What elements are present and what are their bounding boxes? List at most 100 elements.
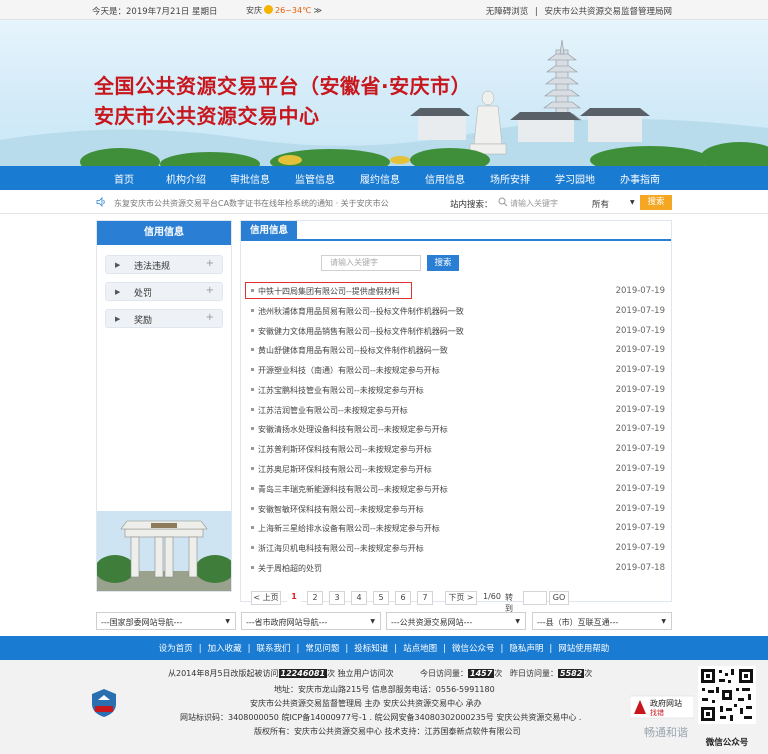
sidebar-item-label: 奖励: [134, 316, 153, 326]
goto-button[interactable]: GO: [549, 591, 569, 605]
archway-photo: [97, 511, 231, 591]
footer-link-wechat[interactable]: 微信公众号: [452, 644, 495, 654]
list-item-date: 2019-07-19: [615, 424, 665, 434]
link-selectors: ---国家部委网站导航--- ▼ ---省市政府网站导航--- ▼ ---公共资源交…: [96, 612, 672, 630]
list-item[interactable]: 上海新三星给排水设备有限公司--未按规定参与开标 2019-07-19: [247, 521, 671, 535]
footer-link-faq[interactable]: 常见问题: [305, 644, 339, 654]
footer-link-bidding[interactable]: 投标知道: [354, 644, 388, 654]
arrow-right-icon: ▶: [115, 288, 121, 296]
list-item-title[interactable]: 中铁十四局集团有限公司--提供虚假材料: [258, 286, 400, 297]
weather-more-link[interactable]: ≫: [314, 6, 322, 15]
list-item-title[interactable]: 江苏普利斯环保科技有限公司--未按规定参与开标: [258, 444, 432, 455]
accessibility-link[interactable]: 无障碍浏览: [486, 7, 529, 17]
list-item-title[interactable]: 江苏宝鹏科技管业有限公司--未按规定参与开标: [258, 385, 424, 396]
list-item-title[interactable]: 安徽清扬水处理设备科技有限公司--未按规定参与开标: [258, 424, 448, 435]
list-item-title[interactable]: 上海新三星给排水设备有限公司--未按规定参与开标: [258, 523, 440, 534]
keyword-search-button[interactable]: 搜索: [427, 255, 459, 271]
government-links-select[interactable]: ---省市政府网站导航--- ▼: [241, 612, 381, 630]
county-links-select[interactable]: ---县（市）互联互通--- ▼: [532, 612, 672, 630]
list-item-title[interactable]: 开源塑业科技（南通）有限公司--未按规定参与开标: [258, 365, 440, 376]
site-search-button[interactable]: 搜索: [640, 195, 672, 210]
nav-credit[interactable]: 信用信息: [425, 171, 465, 186]
page-link[interactable]: 4: [351, 591, 367, 605]
next-page-button[interactable]: 下页 >: [445, 591, 477, 605]
footer-sep: |: [443, 644, 447, 654]
resource-links-select[interactable]: ---公共资源交易网站--- ▼: [386, 612, 526, 630]
page-link[interactable]: 2: [307, 591, 323, 605]
list-item[interactable]: 浙江海贝机电科技有限公司--未按规定参与开标 2019-07-19: [247, 541, 671, 555]
list-item-title[interactable]: 江苏奥尼斯环保科技有限公司--未按规定参与开标: [258, 464, 432, 475]
list-item-title[interactable]: 池州秋浦体育用品贸易有限公司--投标文件制作机器码一致: [258, 306, 464, 317]
list-item-date: 2019-07-19: [615, 464, 665, 474]
list-item[interactable]: 池州秋浦体育用品贸易有限公司--投标文件制作机器码一致 2019-07-19: [247, 304, 671, 318]
search-scope-select[interactable]: 所有: [592, 198, 609, 210]
footer-link-homepage[interactable]: 设为首页: [159, 644, 193, 654]
nav-approval[interactable]: 审批信息: [230, 171, 270, 186]
list-item-title[interactable]: 黄山舒健体育用品有限公司--投标文件制作机器码一致: [258, 345, 448, 356]
yesterday-count: 5582: [558, 669, 585, 678]
list-item-title[interactable]: 安徽智敏环保科技有限公司--未按规定参与开标: [258, 504, 424, 515]
list-item[interactable]: 青岛三丰瑞克新能源科技有限公司--未按规定参与开标 2019-07-19: [247, 482, 671, 496]
list-item[interactable]: 安徽健力文体用品销售有限公司--投标文件制作机器码一致 2019-07-19: [247, 324, 671, 338]
list-item[interactable]: 中铁十四局集团有限公司--提供虚假材料 2019-07-19: [247, 284, 671, 298]
sidebar-item-violations[interactable]: ▶ 违法违规 +: [105, 255, 223, 274]
footer-link-help[interactable]: 网站使用帮助: [558, 644, 609, 654]
list-item[interactable]: 安徽清扬水处理设备科技有限公司--未按规定参与开标 2019-07-19: [247, 422, 671, 436]
list-item-title[interactable]: 浙江海贝机电科技有限公司--未按规定参与开标: [258, 543, 424, 554]
sidebar-item-penalties[interactable]: ▶ 处罚 +: [105, 282, 223, 301]
nav-learning[interactable]: 学习园地: [555, 171, 595, 186]
list-item[interactable]: 江苏普利斯环保科技有限公司--未按规定参与开标 2019-07-19: [247, 442, 671, 456]
list-item-date: 2019-07-19: [615, 504, 665, 514]
arrow-right-icon: ▶: [115, 261, 121, 269]
keyword-input[interactable]: 请输入关键字: [321, 255, 421, 271]
footer-link-favorite[interactable]: 加入收藏: [208, 644, 242, 654]
prev-page-button[interactable]: < 上页: [251, 591, 281, 605]
list-item-title[interactable]: 青岛三丰瑞克新能源科技有限公司--未按规定参与开标: [258, 484, 448, 495]
notice-bar: 东复安庆市公共资源交易平台CA数字证书在线年检系统的通知 · 关于安庆市公 站内…: [0, 192, 768, 214]
list-item[interactable]: 江苏奥尼斯环保科技有限公司--未按规定参与开标 2019-07-19: [247, 462, 671, 476]
nav-performance[interactable]: 履约信息: [360, 171, 400, 186]
list-item-date: 2019-07-19: [615, 523, 665, 533]
page-link[interactable]: 6: [395, 591, 411, 605]
footer-link-sitemap[interactable]: 站点地图: [403, 644, 437, 654]
list-item[interactable]: 江苏洁润管业有限公司--未按规定参与开标 2019-07-19: [247, 403, 671, 417]
list-item-date: 2019-07-19: [615, 444, 665, 454]
goto-page-input[interactable]: [523, 591, 547, 605]
page-link[interactable]: 7: [417, 591, 433, 605]
visit-total: 12246081: [278, 669, 328, 678]
plus-icon: +: [205, 312, 214, 323]
list-item[interactable]: 开源塑业科技（南通）有限公司--未按规定参与开标 2019-07-19: [247, 363, 671, 377]
gov-site-error-icon[interactable]: 政府网站 找错: [630, 694, 694, 720]
scrolling-notice[interactable]: 东复安庆市公共资源交易平台CA数字证书在线年检系统的通知 · 关于安庆市公: [114, 198, 398, 209]
footer-icp: 网站标识码：3408000050 皖ICP备14000977号-1 . 皖公网安…: [180, 713, 582, 722]
nav-venue[interactable]: 场所安排: [490, 171, 530, 186]
footer-link-privacy[interactable]: 隐私声明: [509, 644, 543, 654]
party-gov-badge-icon[interactable]: [90, 688, 118, 718]
list-item-date: 2019-07-19: [615, 345, 665, 355]
list-item[interactable]: 黄山舒健体育用品有限公司--投标文件制作机器码一致 2019-07-19: [247, 343, 671, 357]
sidebar-item-rewards[interactable]: ▶ 奖励 +: [105, 309, 223, 328]
page-link[interactable]: 3: [329, 591, 345, 605]
list-item-date: 2019-07-18: [615, 563, 665, 573]
supervision-bureau-link[interactable]: 安庆市公共资源交易监督管理局网: [544, 7, 672, 17]
chevron-down-icon: ▼: [661, 618, 666, 625]
nav-about[interactable]: 机构介绍: [166, 171, 206, 186]
top-bar: 今天是：2019年7月21日 星期日 安庆 26~34℃ ≫ 无障碍浏览 | 安庆…: [0, 0, 768, 20]
bullet-icon: [251, 368, 254, 371]
page-current: 1: [287, 591, 301, 605]
tab-credit-info[interactable]: 信用信息: [241, 221, 297, 241]
list-item-title[interactable]: 安徽健力文体用品销售有限公司--投标文件制作机器码一致: [258, 326, 464, 337]
list-item[interactable]: 安徽智敏环保科技有限公司--未按规定参与开标 2019-07-19: [247, 502, 671, 516]
nav-supervision[interactable]: 监管信息: [295, 171, 335, 186]
nav-guide[interactable]: 办事指南: [620, 171, 660, 186]
nav-home[interactable]: 首页: [114, 171, 134, 186]
page-link[interactable]: 5: [373, 591, 389, 605]
list-item[interactable]: 关于周柏超的处罚 2019-07-18: [247, 561, 671, 575]
list-item-date: 2019-07-19: [615, 405, 665, 415]
list-item-title[interactable]: 关于周柏超的处罚: [258, 563, 322, 574]
list-item[interactable]: 江苏宝鹏科技管业有限公司--未按规定参与开标 2019-07-19: [247, 383, 671, 397]
ministry-links-select[interactable]: ---国家部委网站导航--- ▼: [96, 612, 236, 630]
footer-link-contact[interactable]: 联系我们: [256, 644, 290, 654]
list-item-title[interactable]: 江苏洁润管业有限公司--未按规定参与开标: [258, 405, 408, 416]
site-search-input[interactable]: 请输入关键字: [510, 198, 558, 209]
